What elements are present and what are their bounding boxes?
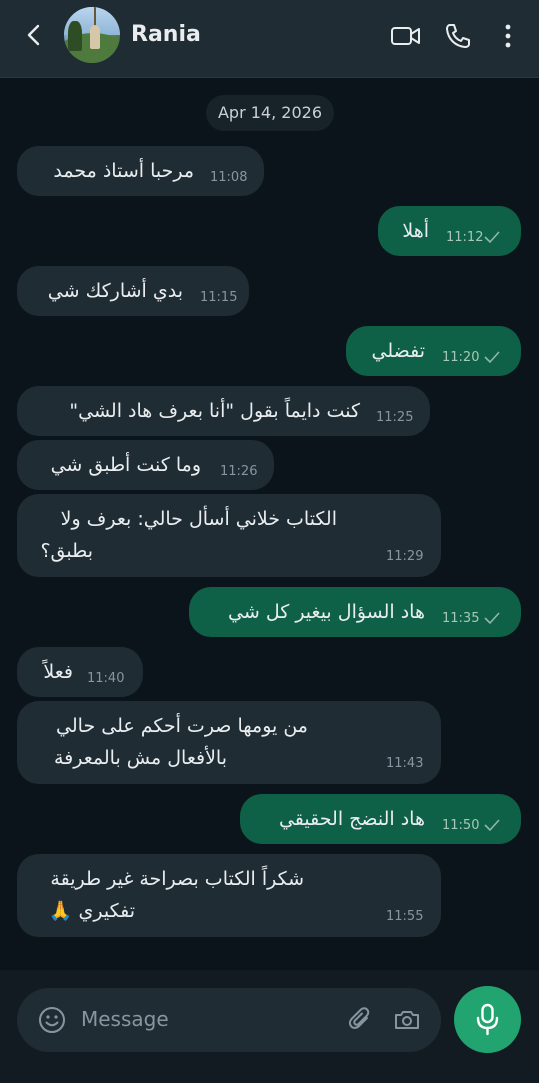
delivered-check-icon	[484, 351, 500, 364]
message-time: 11:43	[386, 756, 424, 771]
message-text: بدي أشاركك شي	[47, 280, 183, 302]
message-time: 11:40	[87, 671, 125, 686]
delivered-check-icon	[484, 819, 500, 832]
message-bubble-incoming[interactable]: شكراً الكتاب بصراحة غير طريقة تفكيري 🙏 1…	[17, 854, 441, 937]
message-text-line-2: تفكيري 🙏	[48, 900, 135, 922]
message-text: وما كنت أطبق شي	[50, 454, 201, 476]
emoji-icon[interactable]	[37, 1005, 67, 1035]
delivered-check-icon	[484, 231, 500, 244]
message-bubble-outgoing[interactable]: أهلا 11:12	[378, 206, 521, 256]
message-time: 11:12	[446, 230, 484, 245]
message-text: فعلاً	[43, 661, 73, 683]
phone-icon[interactable]	[444, 22, 472, 50]
message-text: شكراً الكتاب بصراحة غير طريقة	[50, 868, 304, 890]
message-input[interactable]: Message	[17, 988, 441, 1052]
message-text: مرحبا أستاذ محمد	[53, 160, 194, 182]
chat-header: Rania	[0, 0, 539, 78]
message-time: 11:08	[210, 170, 248, 185]
message-bubble-incoming[interactable]: بدي أشاركك شي 11:15	[17, 266, 249, 316]
video-call-icon[interactable]	[390, 24, 422, 48]
message-text: من يومها صرت أحكم على حالي	[56, 715, 308, 737]
back-arrow-icon[interactable]	[22, 22, 46, 48]
message-time: 11:50	[442, 818, 480, 833]
message-time: 11:55	[386, 909, 424, 924]
mic-icon	[476, 1003, 499, 1036]
message-text-line-2: بالأفعال مش بالمعرفة	[53, 747, 227, 769]
message-bubble-incoming[interactable]: الكتاب خلاني أسأل حالي: بعرف ولا بطبق؟ 1…	[17, 494, 441, 577]
message-time: 11:15	[200, 290, 238, 305]
message-bubble-outgoing[interactable]: تفضلي 11:20	[346, 326, 521, 376]
message-bubble-outgoing[interactable]: هاد النضج الحقيقي 11:50	[240, 794, 521, 844]
message-bubble-incoming[interactable]: وما كنت أطبق شي 11:26	[17, 440, 274, 490]
attach-icon[interactable]	[347, 1006, 375, 1034]
message-time: 11:20	[442, 350, 480, 365]
message-bubble-outgoing[interactable]: هاد السؤال بيغير كل شي 11:35	[189, 587, 521, 637]
message-text: هاد النضج الحقيقي	[278, 808, 425, 830]
message-bubble-incoming[interactable]: فعلاً 11:40	[17, 647, 143, 697]
message-text: الكتاب خلاني أسأل حالي: بعرف ولا	[60, 508, 337, 530]
message-text: تفضلي	[371, 340, 425, 362]
message-time: 11:26	[220, 464, 258, 479]
message-bubble-incoming[interactable]: من يومها صرت أحكم على حالي بالأفعال مش ب…	[17, 701, 441, 784]
avatar[interactable]	[64, 7, 120, 63]
delivered-check-icon	[484, 612, 500, 625]
message-text: أهلا	[402, 220, 429, 242]
more-vertical-icon[interactable]	[500, 23, 516, 49]
message-time: 11:35	[442, 611, 480, 626]
contact-name[interactable]: Rania	[131, 22, 201, 47]
message-bubble-incoming[interactable]: مرحبا أستاذ محمد 11:08	[17, 146, 264, 196]
message-text-line-2: بطبق؟	[40, 540, 93, 562]
camera-icon[interactable]	[393, 1007, 421, 1033]
message-bubble-incoming[interactable]: كنت دايماً بقول "أنا بعرف هاد الشي" 11:2…	[17, 386, 430, 436]
message-placeholder: Message	[81, 1007, 169, 1031]
message-text: هاد السؤال بيغير كل شي	[228, 601, 425, 623]
mic-button[interactable]	[454, 986, 521, 1053]
message-time: 11:29	[386, 549, 424, 564]
message-composer: Message	[0, 970, 539, 1083]
message-time: 11:25	[376, 410, 414, 425]
message-text: كنت دايماً بقول "أنا بعرف هاد الشي"	[69, 400, 360, 422]
date-separator: Apr 14, 2026	[206, 95, 334, 131]
